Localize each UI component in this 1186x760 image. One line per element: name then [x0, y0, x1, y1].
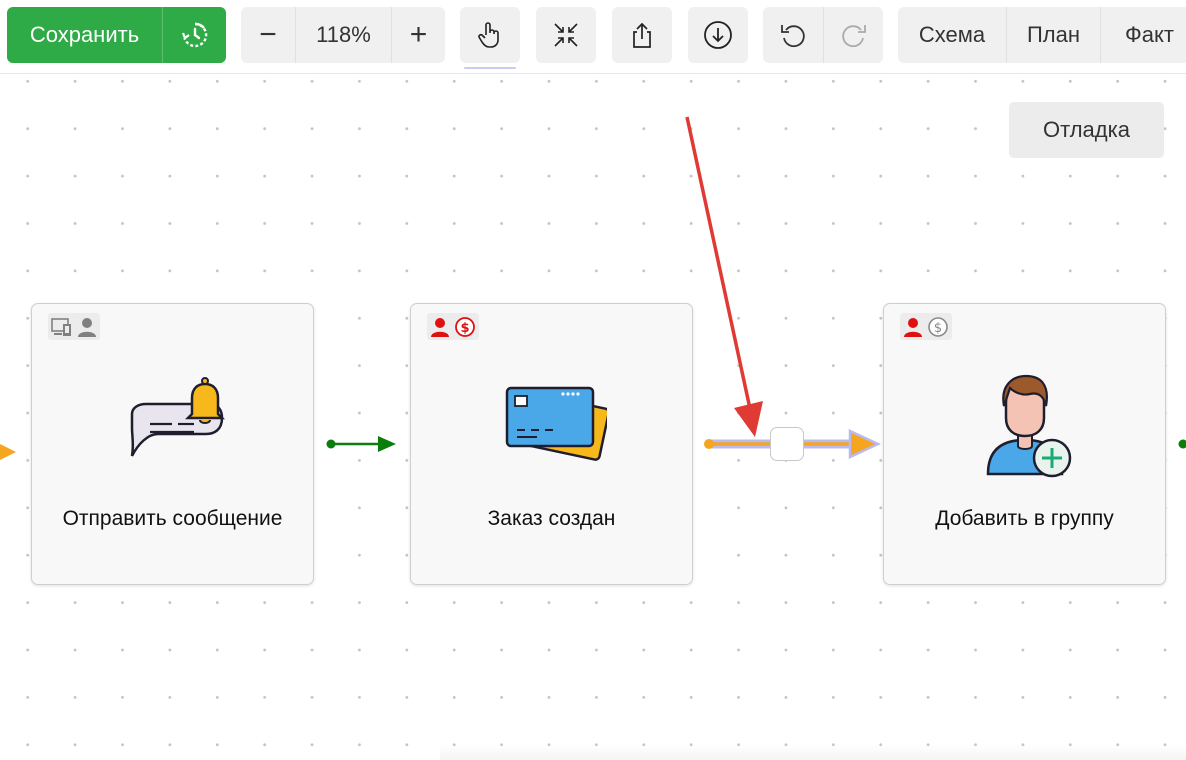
- svg-text:$: $: [460, 321, 469, 336]
- save-button[interactable]: Сохранить: [7, 7, 162, 63]
- view-tabs: Схема План Факт: [898, 7, 1186, 63]
- node-title: Заказ создан: [487, 507, 616, 530]
- node-send-message[interactable]: Отправить сообщение: [31, 303, 314, 585]
- node-order-created[interactable]: $ Заказ создан: [410, 303, 693, 585]
- canvas-scroll-shadow: [440, 744, 1186, 760]
- download-button[interactable]: [688, 7, 748, 63]
- dollar-icon: $: [455, 316, 475, 337]
- active-tool-indicator: [464, 67, 516, 69]
- node-title: Добавить в группу: [935, 507, 1114, 530]
- tab-fact[interactable]: Факт: [1100, 7, 1186, 63]
- history-controls: [763, 7, 883, 63]
- undo-button[interactable]: [763, 7, 823, 63]
- download-icon: [704, 21, 732, 49]
- tab-plan[interactable]: План: [1006, 7, 1100, 63]
- dollar-icon: $: [928, 316, 948, 337]
- user-icon: [431, 317, 449, 337]
- tab-scheme[interactable]: Схема: [898, 7, 1006, 63]
- fit-to-screen-button[interactable]: [536, 7, 596, 63]
- undo-icon: [781, 25, 805, 48]
- redo-icon: [841, 25, 866, 48]
- redo-button[interactable]: [823, 7, 883, 63]
- user-icon: [78, 317, 96, 337]
- history-icon: [181, 22, 207, 48]
- message-bell-icon: [130, 377, 225, 457]
- node-badge: $: [900, 313, 952, 340]
- zoom-group: − 118% +: [241, 7, 445, 63]
- export-button[interactable]: [612, 7, 672, 63]
- credit-cards-icon: [505, 386, 607, 461]
- collapse-icon: [554, 23, 578, 47]
- toolbar: Сохранить − 118% + Схема План Факт: [0, 0, 1186, 74]
- node-title: Отправить сообщение: [62, 507, 283, 530]
- user-icon: [904, 317, 922, 337]
- zoom-level[interactable]: 118%: [295, 7, 391, 63]
- history-button[interactable]: [162, 7, 226, 63]
- node-badge: [48, 313, 100, 340]
- user-add-icon: [986, 374, 1071, 478]
- zoom-in-button[interactable]: +: [391, 7, 445, 63]
- save-group: Сохранить: [7, 7, 226, 63]
- share-icon: [633, 22, 651, 48]
- hand-pointer-icon: [478, 22, 499, 48]
- zoom-out-button[interactable]: −: [241, 7, 295, 63]
- hand-tool-button[interactable]: [460, 7, 520, 63]
- connector-midpoint-handle[interactable]: [770, 427, 804, 461]
- node-badge: $: [427, 313, 479, 340]
- debug-button[interactable]: Отладка: [1009, 102, 1164, 158]
- svg-text:$: $: [934, 321, 942, 336]
- node-add-to-group[interactable]: $ Добавить в группу: [883, 303, 1166, 585]
- devices-icon: [51, 317, 71, 336]
